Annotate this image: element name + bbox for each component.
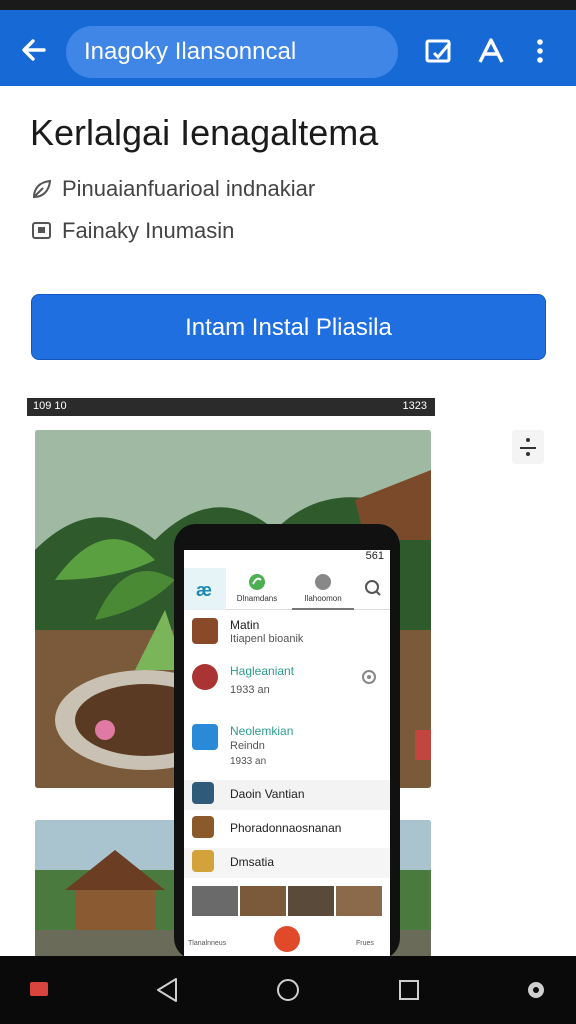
item-meta: 1933 an [230,756,267,767]
list-item[interactable]: Daoin Vantian [184,780,390,810]
item-title: Dmsatia [230,855,275,869]
app-title: Kerlalgai Ienagaltema [30,112,379,153]
bottom-nav-center-button[interactable] [274,926,300,952]
phone-tab-label-discover: Ilahoomon [304,594,342,603]
item-thumbnail [192,724,218,750]
category-icon [32,222,51,239]
nav-recents-icon[interactable] [397,978,421,1002]
phone-tab-discover[interactable]: Ilahoomon [292,568,354,610]
accessibility-icon[interactable] [524,978,548,1002]
item-thumbnail [192,816,214,838]
phone-tab-bar: æ Dlnamdans Ilahoomon [184,568,390,610]
phone-tab-home[interactable]: æ [184,568,226,610]
status-bar [0,0,576,10]
bottom-nav-right[interactable]: Frues [356,940,374,947]
phone-tab-plants[interactable]: Dlnamdans [228,568,286,610]
system-nav-bar [0,956,576,1024]
svg-text:æ: æ [196,580,212,600]
edit-icon[interactable] [424,36,454,66]
phone-status-bar: 561 [365,550,384,562]
nav-home-icon[interactable] [275,977,301,1003]
preview-options-icon[interactable] [512,430,544,464]
settings-icon[interactable] [360,668,378,686]
item-title: Matin [230,618,260,632]
preview-status-right: 1323 [402,400,427,412]
search-field[interactable]: Inagoky Ilansonncal [66,26,398,78]
item-thumbnail [192,618,218,644]
app-bar: Inagoky Ilansonncal [0,10,576,86]
item-subtitle: Itiapenl bioanik [230,633,304,645]
item-thumbnail [192,664,218,690]
phone-tab-search[interactable] [356,568,390,610]
list-item[interactable]: Dmsatia [184,848,390,878]
list-item[interactable]: Matin Itiapenl bioanik [184,612,390,654]
media-strip[interactable] [192,886,382,916]
install-button[interactable]: Intam Instal Pliasila [31,294,546,360]
phone-tab-label-plants: Dlnamdans [236,594,278,603]
list-item[interactable]: Hagleaniant 1933 an [184,658,390,714]
text-format-icon[interactable] [476,36,506,66]
preview-status-bar: 109 10 1323 [27,398,435,416]
bottom-nav-left[interactable]: Tlanalnneus [188,940,226,947]
category-row: Fainaky Inumasin [30,218,234,244]
leaf-icon [32,179,52,199]
item-thumbnail [192,782,214,804]
item-subtitle: Reindn [230,740,265,752]
item-title: Phoradonnaosnanan [230,821,342,835]
item-title: Daoin Vantian [230,787,305,801]
back-arrow-icon[interactable] [18,34,50,66]
phone-screen: 561 æ Dlnamdans Ilahoomon Matin Itiapenl… [184,550,390,960]
category-name: Fainaky Inumasin [62,218,235,243]
preview-status-time: 109 10 [33,400,67,412]
app-shortcut-icon[interactable] [28,978,50,1000]
item-thumbnail [192,850,214,872]
list-item[interactable]: Neolemkian Reindn 1933 an [184,718,390,780]
item-subtitle: 1933 an [230,684,270,696]
list-item[interactable]: Phoradonnaosnanan [184,814,390,844]
phone-mockup: 561 æ Dlnamdans Ilahoomon Matin Itiapenl… [174,524,400,960]
developer-name: Pinuaianfuarioal indnakiar [62,176,316,201]
item-title: Hagleaniant [230,664,295,678]
developer-row: Pinuaianfuarioal indnakiar [30,176,315,202]
nav-back-icon[interactable] [154,976,180,1004]
item-title: Neolemkian [230,724,294,738]
more-vert-icon[interactable] [525,36,555,66]
